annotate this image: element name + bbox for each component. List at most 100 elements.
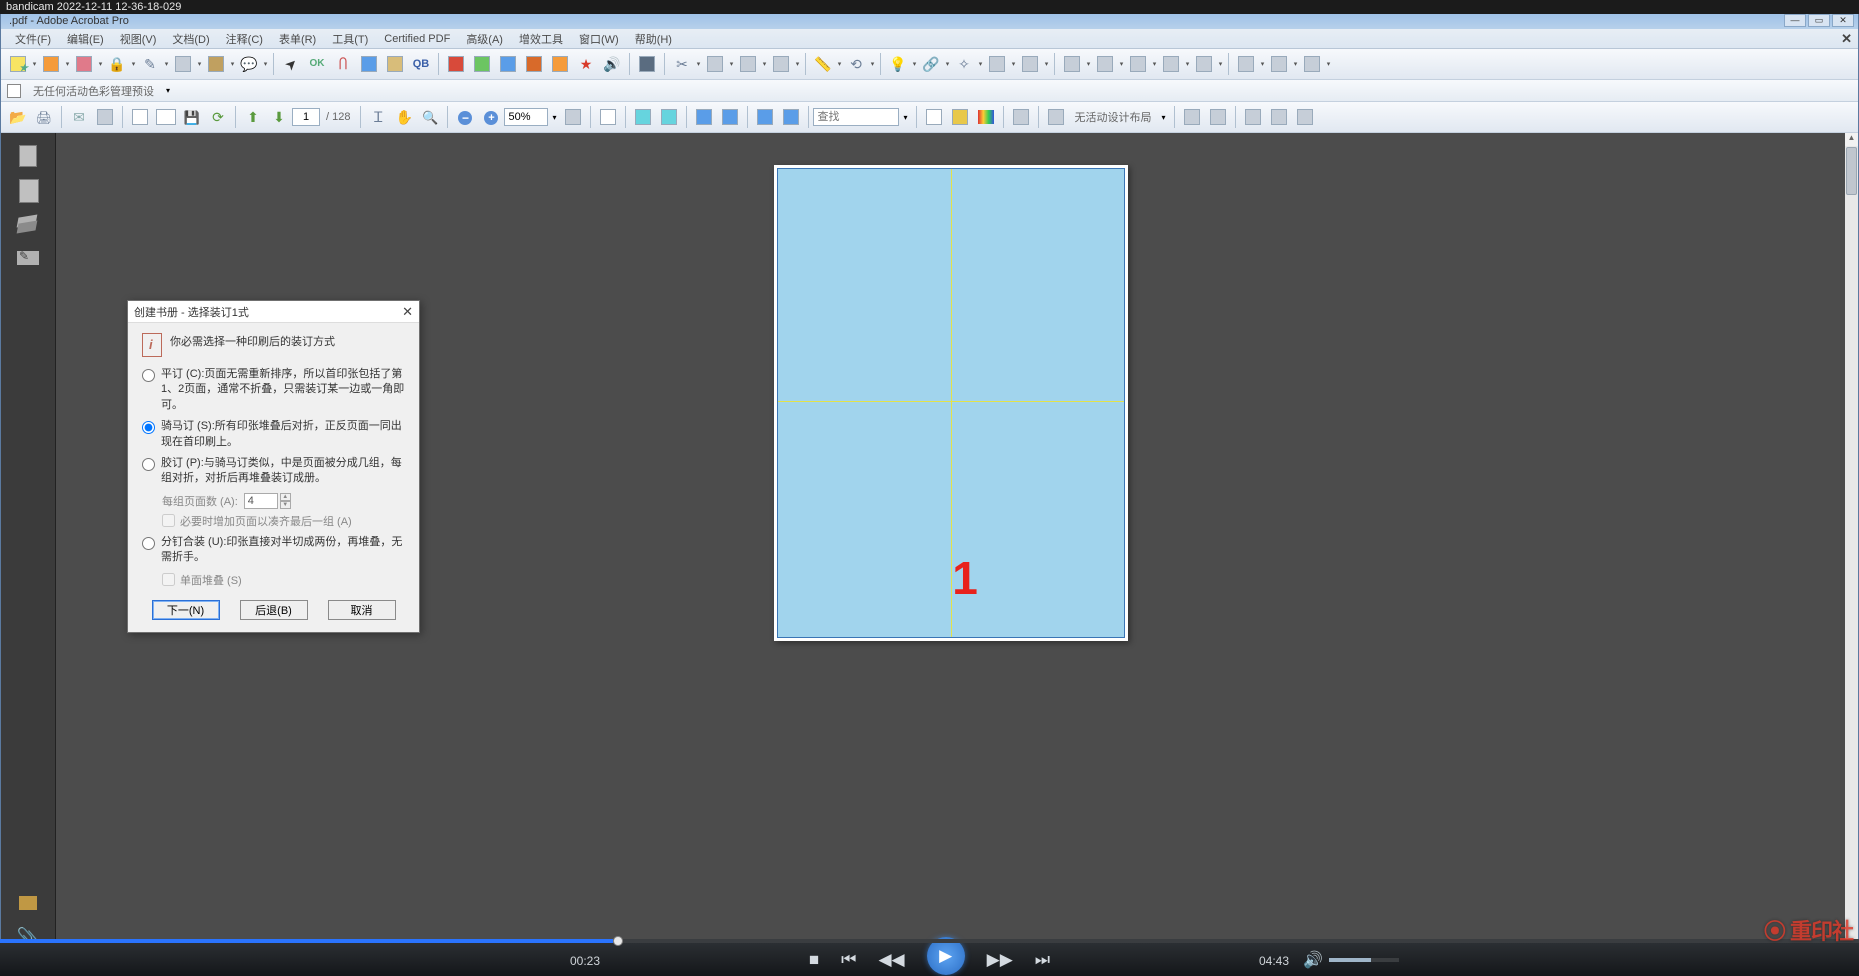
- menu-certified-pdf[interactable]: Certified PDF: [376, 31, 458, 47]
- menu-help[interactable]: 帮助(H): [627, 29, 680, 49]
- document-close-button[interactable]: ✕: [1841, 31, 1852, 47]
- dropdown-caret-icon[interactable]: ▾: [977, 53, 984, 75]
- menu-document[interactable]: 文档(D): [164, 29, 217, 49]
- end3-button[interactable]: [1242, 106, 1264, 128]
- collaborate-button[interactable]: [73, 53, 95, 75]
- zoom-level-input[interactable]: [504, 108, 548, 126]
- scrollbar-thumb[interactable]: [1846, 147, 1857, 195]
- dropdown-caret-icon[interactable]: ▾: [1259, 53, 1266, 75]
- find-input[interactable]: [813, 108, 899, 126]
- dropdown-caret-icon[interactable]: ▾: [695, 53, 702, 75]
- dropdown-caret-icon[interactable]: ▾: [31, 53, 38, 75]
- single-page-button[interactable]: [129, 106, 151, 128]
- marquee-zoom-button[interactable]: [419, 106, 441, 128]
- grid-button[interactable]: [636, 53, 658, 75]
- dropdown-caret-icon[interactable]: ▾: [761, 53, 768, 75]
- dropdown-caret-icon[interactable]: ▾: [229, 53, 236, 75]
- bookmarks-panel-button[interactable]: [14, 176, 42, 204]
- dropdown-caret-icon[interactable]: ▾: [166, 86, 170, 95]
- preflight1-button[interactable]: [923, 106, 945, 128]
- menu-view[interactable]: 视图(V): [112, 29, 165, 49]
- split1-button[interactable]: [693, 106, 715, 128]
- dropdown-caret-icon[interactable]: ▾: [1151, 53, 1158, 75]
- dropdown-caret-icon[interactable]: ▾: [836, 53, 843, 75]
- dropdown-caret-icon[interactable]: ▾: [196, 53, 203, 75]
- light-button[interactable]: 💡: [887, 53, 909, 75]
- view2-button[interactable]: [632, 106, 654, 128]
- grid1-button[interactable]: [754, 106, 776, 128]
- forms-button[interactable]: [172, 53, 194, 75]
- end1-button[interactable]: [1181, 106, 1203, 128]
- end5-button[interactable]: [1294, 106, 1316, 128]
- dropdown-caret-icon[interactable]: ▾: [903, 113, 907, 122]
- video-next-button[interactable]: ⏭: [1035, 950, 1050, 970]
- select-tool-button[interactable]: [280, 53, 302, 75]
- panel5-button[interactable]: [1193, 53, 1215, 75]
- fit-page-button[interactable]: [562, 106, 584, 128]
- dropdown-caret-icon[interactable]: ▾: [552, 113, 556, 122]
- dropdown-caret-icon[interactable]: ▾: [1325, 53, 1332, 75]
- open-button[interactable]: [7, 106, 29, 128]
- next-page-button[interactable]: ⬇: [268, 106, 290, 128]
- dropdown-caret-icon[interactable]: ▾: [1217, 53, 1224, 75]
- dropdown-caret-icon[interactable]: ▾: [1292, 53, 1299, 75]
- menu-plugins[interactable]: 增效工具: [511, 29, 571, 49]
- green-page-button[interactable]: [471, 53, 493, 75]
- dropdown-caret-icon[interactable]: ▾: [1085, 53, 1092, 75]
- ok-stamp-button[interactable]: OK: [306, 53, 328, 75]
- dropdown-caret-icon[interactable]: ▾: [944, 53, 951, 75]
- audio-button[interactable]: 🔊: [601, 53, 623, 75]
- pages-panel-button[interactable]: [14, 142, 42, 170]
- cancel-button[interactable]: 取消: [328, 600, 396, 620]
- more2-button[interactable]: [1019, 53, 1041, 75]
- view1-button[interactable]: [597, 106, 619, 128]
- clipboard-button[interactable]: [384, 53, 406, 75]
- star-button[interactable]: ★: [575, 53, 597, 75]
- export-button[interactable]: [523, 53, 545, 75]
- dropdown-caret-icon[interactable]: ▾: [1010, 53, 1017, 75]
- layout-button[interactable]: [1010, 106, 1032, 128]
- color-bars-button[interactable]: [975, 106, 997, 128]
- box2-button[interactable]: [737, 53, 759, 75]
- dropdown-caret-icon[interactable]: ▾: [1043, 53, 1050, 75]
- two-page-button[interactable]: [155, 106, 177, 128]
- box3-button[interactable]: [770, 53, 792, 75]
- scroll-up-arrow-icon[interactable]: ▲: [1845, 133, 1858, 146]
- panel1-button[interactable]: [1061, 53, 1083, 75]
- qb-button[interactable]: QB: [410, 53, 432, 75]
- menu-edit[interactable]: 编辑(E): [59, 29, 112, 49]
- menu-file[interactable]: 文件(F): [7, 29, 59, 49]
- menu-form[interactable]: 表单(R): [271, 29, 324, 49]
- window-close-button[interactable]: ✕: [1832, 14, 1854, 27]
- hand-tool-button[interactable]: [393, 106, 415, 128]
- window-maximize-button[interactable]: ▭: [1808, 14, 1830, 27]
- multimedia-button[interactable]: [205, 53, 227, 75]
- sign-button[interactable]: ✎: [139, 53, 161, 75]
- link-button[interactable]: 🔗: [920, 53, 942, 75]
- cut-stack-radio[interactable]: [142, 537, 155, 550]
- spray-button[interactable]: ✧: [953, 53, 975, 75]
- create-pdf-button[interactable]: ★: [7, 53, 29, 75]
- upload-button[interactable]: [94, 106, 116, 128]
- combine-files-button[interactable]: [40, 53, 62, 75]
- measure-button[interactable]: 📏: [812, 53, 834, 75]
- dropdown-caret-icon[interactable]: ▾: [97, 53, 104, 75]
- dropdown-caret-icon[interactable]: ▾: [911, 53, 918, 75]
- box1-button[interactable]: [704, 53, 726, 75]
- zoom-in-button[interactable]: [480, 106, 502, 128]
- video-rewind-button[interactable]: ◀◀: [878, 950, 904, 970]
- dropdown-caret-icon[interactable]: ▾: [163, 53, 170, 75]
- video-seek-bar[interactable]: [0, 939, 1859, 943]
- more1-button[interactable]: [986, 53, 1008, 75]
- view3-button[interactable]: [658, 106, 680, 128]
- dropdown-caret-icon[interactable]: ▾: [1162, 113, 1166, 122]
- text-select-button[interactable]: Ꮖ: [367, 106, 389, 128]
- menu-tools[interactable]: 工具(T): [324, 29, 376, 49]
- video-prev-button[interactable]: ⏮: [841, 950, 856, 970]
- signatures-panel-button[interactable]: [14, 244, 42, 272]
- dropdown-caret-icon[interactable]: ▾: [130, 53, 137, 75]
- video-forward-button[interactable]: ▶▶: [987, 950, 1013, 970]
- dropdown-caret-icon[interactable]: ▾: [1118, 53, 1125, 75]
- crop-button[interactable]: ✂: [671, 53, 693, 75]
- video-stop-button[interactable]: ■: [809, 950, 819, 970]
